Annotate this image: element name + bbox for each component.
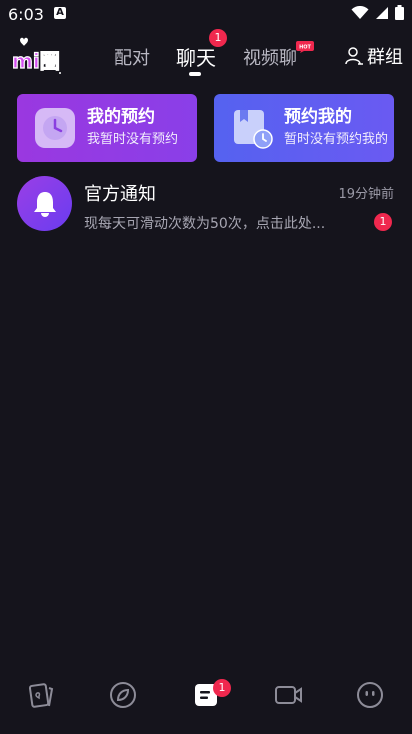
notice-avatar — [17, 176, 72, 231]
status-bar: 6:03 A — [0, 0, 412, 30]
status-time: 6:03 — [8, 5, 44, 24]
svg-text:mi圈: mi圈 — [12, 49, 60, 73]
notice-unread-badge: 1 — [374, 213, 392, 231]
appointments-for-me-subtitle: 暂时没有预约我的 — [284, 132, 389, 147]
cards-icon — [28, 683, 54, 708]
nav-cards[interactable] — [24, 678, 58, 712]
status-icons — [351, 5, 404, 20]
chat-screen: 6:03 A mi圈 配对 聊天 1 视频聊 HOT 群组 我的预约 我暂时没有… — [0, 0, 412, 734]
wifi-icon — [351, 5, 369, 19]
bell-icon — [33, 191, 56, 217]
my-appointments-card[interactable]: 我的预约 我暂时没有预约 — [17, 94, 197, 162]
nav-chat-badge: 1 — [213, 679, 231, 697]
clock-icon — [35, 108, 75, 148]
tab-chat[interactable]: 聊天 — [176, 42, 216, 71]
nav-video[interactable] — [271, 678, 305, 712]
appointments-for-me-card[interactable]: 预约我的 暂时没有预约我的 — [214, 94, 394, 162]
tab-match[interactable]: 配对 — [114, 44, 150, 70]
group-button[interactable]: 群组 — [344, 43, 403, 69]
chat-tab-badge: 1 — [209, 29, 227, 47]
nav-profile[interactable] — [353, 678, 387, 712]
profile-icon — [357, 682, 383, 708]
calendar-clock-icon — [234, 110, 273, 149]
group-label: 群组 — [367, 47, 403, 68]
signal-icon — [376, 6, 388, 19]
compass-icon — [110, 682, 136, 708]
tab-video-chat[interactable]: 视频聊 — [243, 44, 297, 70]
battery-icon — [395, 5, 404, 20]
svg-text:HOT: HOT — [299, 45, 311, 51]
notice-title: 官方通知 — [84, 184, 156, 205]
video-icon — [275, 686, 302, 704]
official-notice-row[interactable]: 官方通知 19分钟前 现每天可滑动次数为50次，点击此处... 1 — [0, 172, 412, 240]
my-appointments-subtitle: 我暂时没有预约 — [87, 132, 179, 147]
notification-icon: A — [54, 7, 66, 19]
tab-indicator — [189, 72, 201, 76]
app-logo: mi圈 — [11, 37, 61, 74]
hot-badge: HOT — [296, 41, 314, 53]
bottom-nav: 1 — [0, 670, 412, 720]
notice-time: 19分钟前 — [338, 187, 394, 202]
user-icon — [345, 47, 363, 65]
my-appointments-title: 我的预约 — [87, 107, 155, 127]
notice-message: 现每天可滑动次数为50次，点击此处... — [84, 216, 326, 232]
appointments-for-me-title: 预约我的 — [284, 107, 352, 127]
nav-discover[interactable] — [106, 678, 140, 712]
